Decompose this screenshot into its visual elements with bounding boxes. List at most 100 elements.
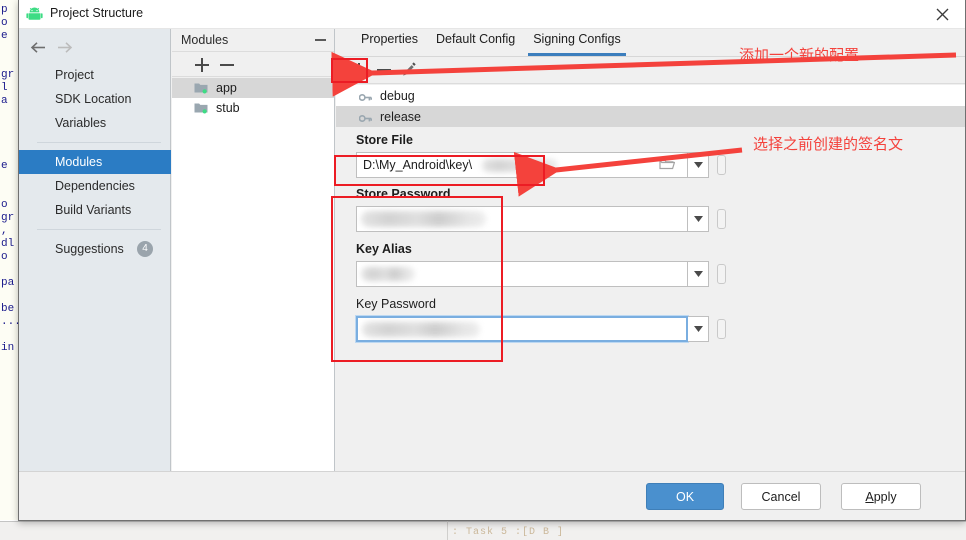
variable-button-icon[interactable] xyxy=(717,209,726,229)
field-key-password: Key Password xyxy=(356,297,746,342)
screen-root: p o e gr l a e o gr , dl o pa be ... in … xyxy=(0,0,966,540)
status-badge: 4 xyxy=(137,241,153,257)
chevron-down-icon[interactable] xyxy=(688,316,709,342)
signing-configs-toolbar xyxy=(336,57,965,84)
key-icon xyxy=(358,112,372,123)
tab-label: Signing Configs xyxy=(533,32,621,46)
dialog-titlebar: Project Structure xyxy=(19,0,965,29)
tab-label: Default Config xyxy=(435,32,516,46)
apply-button[interactable]: Apply xyxy=(841,483,921,510)
arrow-right-icon[interactable] xyxy=(52,36,76,58)
tree-row-label: app xyxy=(216,81,237,95)
nav-history-buttons xyxy=(19,32,171,60)
key-alias-input[interactable] xyxy=(356,261,688,287)
modules-panel-title: Modules xyxy=(181,33,229,47)
tree-row-label: stub xyxy=(216,101,240,115)
signing-configs-list: debug release xyxy=(336,85,965,127)
dialog-footer: OK Cancel Apply xyxy=(19,471,965,520)
modules-tree: app stub xyxy=(172,78,334,491)
field-label: Store File xyxy=(356,133,413,147)
list-item-label: release xyxy=(380,109,421,124)
variable-button-icon[interactable] xyxy=(717,264,726,284)
minus-icon[interactable] xyxy=(219,57,235,73)
apply-button-label: pply xyxy=(873,489,897,504)
sidebar-item-dependencies[interactable]: Dependencies xyxy=(19,174,171,198)
project-structure-dialog: Project Structure Project SDK Location V… xyxy=(18,0,966,521)
folder-open-icon[interactable] xyxy=(659,157,676,171)
minimize-icon[interactable] xyxy=(315,39,326,41)
nav-divider xyxy=(37,142,161,143)
left-navigation: Project SDK Location Variables Modules D… xyxy=(19,29,171,491)
tab-bar: Properties Default Config Signing Config… xyxy=(336,29,965,56)
chevron-down-icon[interactable] xyxy=(688,261,709,287)
list-item[interactable]: release xyxy=(336,106,965,127)
sidebar-item-label: Modules xyxy=(55,155,103,169)
list-item[interactable]: debug xyxy=(336,85,965,106)
page-title: Project Structure xyxy=(50,6,144,20)
nav-divider xyxy=(37,229,161,230)
sidebar-item-label: SDK Location xyxy=(55,92,132,106)
field-label: Store Password xyxy=(356,187,451,201)
masked-value xyxy=(482,159,558,172)
field-label: Key Alias xyxy=(356,242,412,256)
modules-panel-header: Modules xyxy=(172,29,334,51)
sidebar-item-modules[interactable]: Modules xyxy=(19,150,171,174)
sidebar-item-sdk-location[interactable]: SDK Location xyxy=(19,87,171,111)
chevron-down-icon[interactable] xyxy=(688,206,709,232)
key-icon xyxy=(358,91,372,102)
tree-row[interactable]: stub xyxy=(172,98,334,118)
minus-icon[interactable] xyxy=(376,62,392,78)
ok-button-label: OK xyxy=(675,489,695,504)
modules-toolbar xyxy=(172,51,334,77)
pencil-icon[interactable] xyxy=(400,61,418,79)
nav-item-list: Project SDK Location Variables Modules D… xyxy=(19,63,171,261)
plus-icon[interactable] xyxy=(194,57,210,73)
android-robot-icon xyxy=(26,7,43,23)
sidebar-item-build-variants[interactable]: Build Variants xyxy=(19,198,171,222)
field-label: Key Password xyxy=(356,297,436,311)
module-folder-icon xyxy=(194,102,208,114)
arrow-left-icon[interactable] xyxy=(26,36,50,58)
tree-row[interactable]: app xyxy=(172,78,334,98)
sidebar-item-label: Variables xyxy=(55,116,107,130)
modules-panel: Modules app stub xyxy=(172,29,335,491)
sidebar-item-label: Build Variants xyxy=(55,203,132,217)
masked-value xyxy=(361,211,486,227)
key-password-input[interactable] xyxy=(356,316,688,342)
cancel-button-label: Cancel xyxy=(761,489,801,504)
variable-button-icon[interactable] xyxy=(717,155,726,175)
sidebar-item-label: Suggestions xyxy=(55,242,124,256)
sidebar-item-label: Dependencies xyxy=(55,179,135,193)
field-store-file: Store File D:\My_Android\key\ xyxy=(356,133,746,178)
signing-config-form: Store File D:\My_Android\key\ Store Pass… xyxy=(336,133,965,491)
sidebar-item-variables[interactable]: Variables xyxy=(19,111,171,135)
chevron-down-icon[interactable] xyxy=(688,152,709,178)
sidebar-item-label: Project xyxy=(55,68,94,82)
sidebar-item-suggestions[interactable]: Suggestions 4 xyxy=(19,237,171,261)
close-icon[interactable] xyxy=(920,0,965,29)
background-status-text: : Task 5 :[D B ] xyxy=(452,527,565,538)
variable-button-icon[interactable] xyxy=(717,319,726,339)
status-divider xyxy=(447,521,448,540)
sidebar-item-project[interactable]: Project xyxy=(19,63,171,87)
apply-button-mnemonic: A xyxy=(865,489,874,504)
tab-label: Properties xyxy=(361,32,418,46)
list-item-label: debug xyxy=(380,88,415,103)
ok-button[interactable]: OK xyxy=(646,483,724,510)
tab-signing-configs[interactable]: Signing Configs xyxy=(524,29,630,56)
store-password-input[interactable] xyxy=(356,206,688,232)
store-file-input[interactable]: D:\My_Android\key\ xyxy=(356,152,688,178)
annotation-label-select-keystore: 选择之前创建的签名文 xyxy=(753,136,904,153)
masked-value xyxy=(362,322,480,337)
module-folder-icon xyxy=(194,82,208,94)
cancel-button[interactable]: Cancel xyxy=(741,483,821,510)
annotation-label-add-config: 添加一个新的配置 xyxy=(739,47,860,64)
signing-configs-pane: Properties Default Config Signing Config… xyxy=(336,29,965,491)
plus-icon[interactable] xyxy=(351,62,367,78)
tab-properties[interactable]: Properties xyxy=(352,29,427,53)
tab-default-config[interactable]: Default Config xyxy=(427,29,524,53)
field-key-alias: Key Alias xyxy=(356,242,746,287)
store-file-value: D:\My_Android\key\ xyxy=(363,158,473,172)
field-store-password: Store Password xyxy=(356,187,746,232)
masked-value xyxy=(361,267,415,281)
